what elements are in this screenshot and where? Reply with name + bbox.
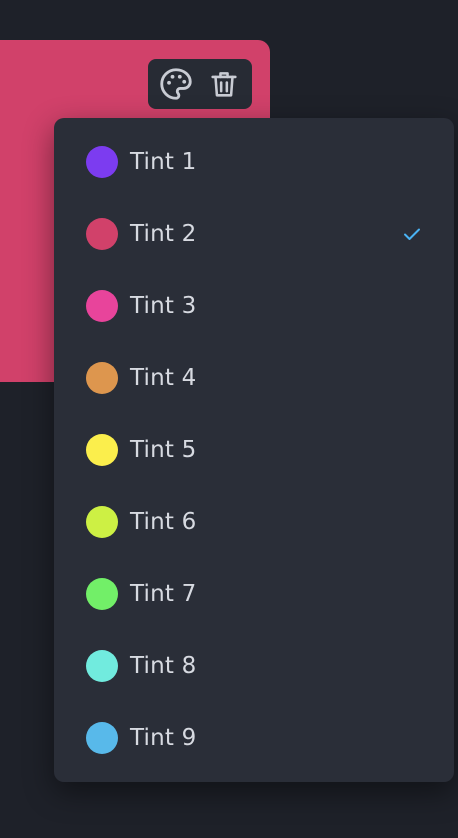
- delete-button[interactable]: [204, 64, 244, 104]
- menu-item-tint-6[interactable]: Tint 6: [54, 486, 454, 558]
- menu-item-tint-2[interactable]: Tint 2: [54, 198, 454, 270]
- color-swatch: [86, 434, 118, 466]
- menu-item-label: Tint 4: [130, 365, 197, 391]
- color-swatch: [86, 146, 118, 178]
- menu-item-tint-7[interactable]: Tint 7: [54, 558, 454, 630]
- menu-item-label: Tint 9: [130, 725, 197, 751]
- palette-icon: [160, 68, 192, 100]
- menu-item-tint-4[interactable]: Tint 4: [54, 342, 454, 414]
- color-swatch: [86, 290, 118, 322]
- color-swatch: [86, 218, 118, 250]
- menu-item-label: Tint 7: [130, 581, 197, 607]
- menu-item-label: Tint 8: [130, 653, 197, 679]
- menu-item-label: Tint 3: [130, 293, 197, 319]
- menu-item-tint-1[interactable]: Tint 1: [54, 126, 454, 198]
- checkmark-icon: [404, 228, 420, 240]
- color-swatch: [86, 578, 118, 610]
- menu-item-tint-9[interactable]: Tint 9: [54, 702, 454, 774]
- color-picker-button[interactable]: [156, 64, 196, 104]
- menu-item-label: Tint 5: [130, 437, 197, 463]
- color-swatch: [86, 650, 118, 682]
- menu-item-label: Tint 2: [130, 221, 197, 247]
- color-swatch: [86, 506, 118, 538]
- card-toolbar: [148, 59, 252, 109]
- tint-menu: Tint 1 Tint 2 Tint 3 Tint 4 Tint 5 Tint …: [54, 118, 454, 782]
- menu-item-tint-3[interactable]: Tint 3: [54, 270, 454, 342]
- trash-icon: [211, 72, 237, 97]
- menu-item-tint-8[interactable]: Tint 8: [54, 630, 454, 702]
- menu-item-tint-5[interactable]: Tint 5: [54, 414, 454, 486]
- color-swatch: [86, 722, 118, 754]
- menu-item-label: Tint 6: [130, 509, 197, 535]
- menu-item-label: Tint 1: [130, 149, 197, 175]
- color-swatch: [86, 362, 118, 394]
